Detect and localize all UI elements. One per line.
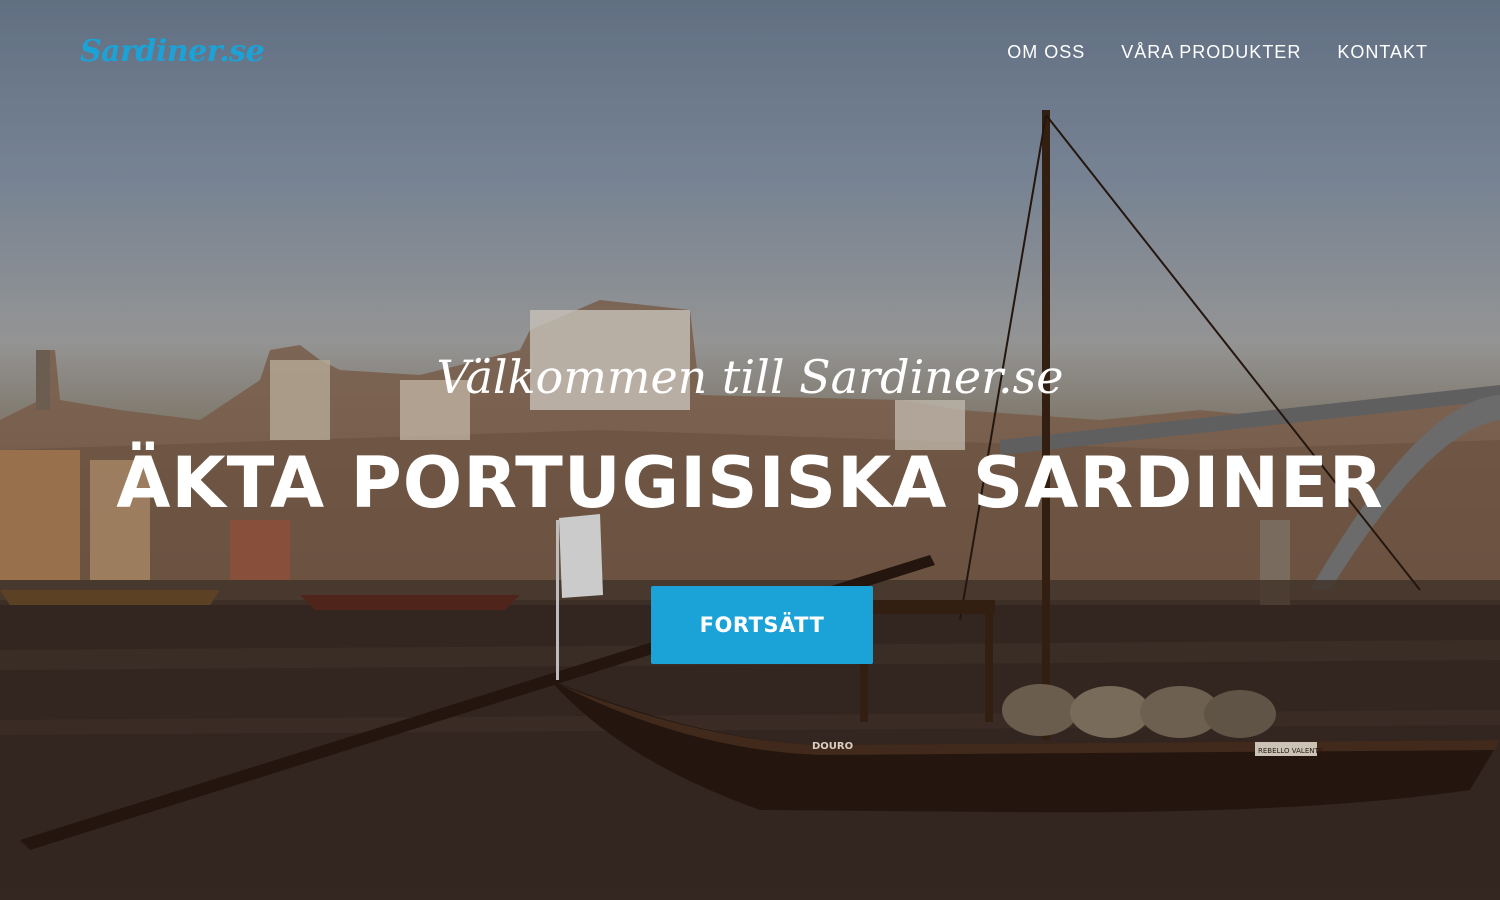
hero-headline: ÄKTA PORTUGISISKA SARDINER	[116, 442, 1384, 524]
nav-item-vara-produkter[interactable]: VÅRA PRODUKTER	[1121, 42, 1301, 63]
welcome-text: Välkommen till Sardiner.se	[436, 350, 1064, 404]
nav-item-kontakt[interactable]: KONTAKT	[1337, 42, 1428, 63]
main-nav: OM OSS VÅRA PRODUKTER KONTAKT	[1007, 42, 1428, 63]
continue-button[interactable]: FORTSÄTT	[651, 586, 873, 664]
nav-item-om-oss[interactable]: OM OSS	[1007, 42, 1085, 63]
site-logo[interactable]: Sardiner.se	[80, 34, 265, 69]
hero-section: Sardiner.se OM OSS VÅRA PRODUKTER KONTAK…	[0, 0, 1500, 900]
